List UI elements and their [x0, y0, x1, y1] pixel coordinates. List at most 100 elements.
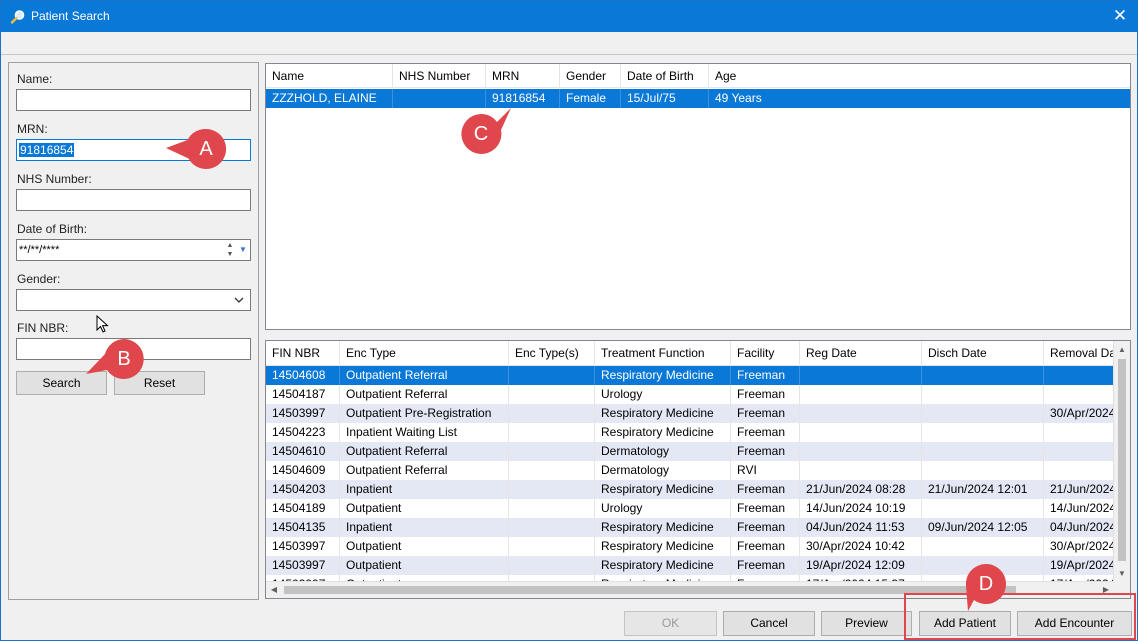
nhs-number-label: NHS Number: — [17, 172, 92, 186]
name-input[interactable] — [16, 89, 251, 111]
column-header-enc-types[interactable]: Enc Type(s) — [509, 341, 595, 365]
removal-date-cell: 14/Jun/2024 — [1050, 501, 1114, 515]
callout-a: A — [166, 128, 227, 169]
column-header-dob[interactable]: Date of Birth — [621, 64, 709, 88]
patient-search-window: Patient Search ✕ Name: MRN: 91816854 NHS… — [0, 0, 1138, 641]
column-header-age[interactable]: Age — [709, 64, 1130, 88]
column-header-enc-type[interactable]: Enc Type — [340, 341, 509, 365]
cancel-button[interactable]: Cancel — [723, 611, 815, 636]
disch-date-cell — [922, 423, 1044, 442]
encounter-row[interactable]: 14504223 Inpatient Waiting List Respirator… — [266, 423, 1114, 442]
title-bar: Patient Search ✕ — [1, 1, 1137, 32]
patient-gender-cell: Female — [560, 89, 621, 108]
patient-results-grid: Name NHS Number MRN Gender Date of Birth… — [265, 63, 1131, 330]
enc-type-cell: Outpatient Referral — [340, 366, 509, 385]
patient-row[interactable]: ZZZHOLD, ELAINE 91816854 Female 15/Jul/7… — [266, 89, 1130, 108]
facility-cell: Freeman — [731, 537, 800, 556]
column-header-removal-date[interactable]: Removal Da — [1044, 341, 1114, 365]
reg-date-cell: 30/Apr/2024 10:42 — [800, 537, 922, 556]
encounter-row[interactable]: 14503997 Outpatient Pre-Registration Respi… — [266, 404, 1114, 423]
encounter-vertical-scrollbar[interactable]: ▲ ▼ — [1113, 341, 1130, 582]
enc-types-cell — [509, 442, 595, 461]
encounter-row[interactable]: 14504189 Outpatient Urology Freeman 14/Jun/2… — [266, 499, 1114, 518]
disch-date-cell — [922, 385, 1044, 404]
nhs-number-input[interactable] — [16, 189, 251, 211]
encounter-grid: FIN NBR Enc Type Enc Type(s) Treatment F… — [265, 340, 1131, 599]
treatment-function-cell: Dermatology — [595, 442, 731, 461]
search-button[interactable]: Search — [16, 371, 107, 395]
spin-down-icon[interactable]: ▼ — [224, 250, 236, 259]
enc-types-cell — [509, 385, 595, 404]
magnifier-icon — [10, 10, 25, 24]
dob-spinner[interactable]: ▲ ▼ — [224, 241, 236, 259]
facility-cell: Freeman — [731, 556, 800, 575]
column-header-reg-date[interactable]: Reg Date — [800, 341, 922, 365]
dob-dropdown-icon[interactable]: ▼ — [237, 243, 249, 257]
spin-up-icon[interactable]: ▲ — [224, 241, 236, 250]
encounter-row[interactable]: 14504609 Outpatient Referral Dermatology RV… — [266, 461, 1114, 480]
enc-types-cell — [509, 423, 595, 442]
column-header-treatment-function[interactable]: Treatment Function — [595, 341, 731, 365]
treatment-function-cell: Dermatology — [595, 461, 731, 480]
callout-d: D — [965, 563, 1006, 611]
column-header-fin-nbr[interactable]: FIN NBR — [266, 341, 340, 365]
reg-date-cell — [800, 461, 922, 480]
fin-nbr-cell: 14504135 — [266, 518, 340, 537]
vertical-scroll-thumb[interactable] — [1118, 359, 1126, 561]
ok-button[interactable]: OK — [624, 611, 717, 636]
removal-date-cell — [1044, 442, 1114, 461]
enc-types-cell — [509, 366, 595, 385]
enc-type-cell: Outpatient — [340, 556, 509, 575]
encounter-row[interactable]: 14504203 Inpatient Respiratory Medicine Fre… — [266, 480, 1114, 499]
reg-date-cell: 04/Jun/2024 11:53 — [800, 518, 922, 537]
patient-nhs-cell — [393, 89, 486, 108]
encounter-row[interactable]: 14503997Outpatient Respiratory MedicineFr… — [266, 537, 1114, 556]
treatment-function-cell: Respiratory Medicine — [595, 366, 731, 385]
enc-types-cell — [509, 480, 595, 499]
facility-cell: Freeman — [731, 366, 800, 385]
scroll-down-icon[interactable]: ▼ — [1114, 565, 1130, 582]
callout-a-label: A — [199, 138, 213, 160]
enc-types-cell — [509, 556, 595, 575]
scroll-left-icon[interactable]: ◀ — [266, 582, 282, 598]
column-header-nhs-number[interactable]: NHS Number — [393, 64, 486, 88]
mouse-cursor-icon — [96, 315, 109, 333]
encounter-grid-body: FIN NBR Enc Type Enc Type(s) Treatment F… — [266, 341, 1114, 582]
enc-type-cell: Outpatient — [340, 537, 509, 556]
removal-date-cell: 19/Apr/2024 — [1050, 558, 1114, 572]
chevron-down-icon[interactable] — [232, 293, 246, 307]
facility-cell: Freeman — [731, 385, 800, 404]
column-header-facility[interactable]: Facility — [731, 341, 800, 365]
fin-nbr-cell: 14504609 — [266, 461, 340, 480]
disch-date-cell: 21/Jun/2024 12:01 — [922, 480, 1044, 499]
column-header-gender[interactable]: Gender — [560, 64, 621, 88]
treatment-function-cell: Respiratory Medicine — [595, 423, 731, 442]
preview-button[interactable]: Preview — [821, 611, 912, 636]
encounter-row[interactable]: 14504608 Outpatient Referral Respiratory M… — [266, 366, 1114, 385]
name-label: Name: — [17, 72, 53, 86]
scroll-up-icon[interactable]: ▲ — [1114, 341, 1130, 358]
encounter-row[interactable]: 14504610 Outpatient Referral Dermatology Fr… — [266, 442, 1114, 461]
enc-type-cell: Inpatient — [340, 518, 509, 537]
column-header-name[interactable]: Name — [266, 64, 393, 88]
dob-picker[interactable]: **/**/**** ▲ ▼ ▼ — [16, 239, 251, 261]
enc-types-cell — [509, 404, 595, 423]
close-button[interactable]: ✕ — [1103, 1, 1137, 32]
gender-select[interactable] — [16, 289, 251, 311]
treatment-function-cell: Respiratory Medicine — [595, 537, 731, 556]
column-header-mrn[interactable]: MRN — [486, 64, 560, 88]
fin-nbr-cell: 14503997 — [266, 556, 340, 575]
mrn-label: MRN: — [17, 122, 48, 136]
reg-date-cell — [800, 366, 922, 385]
removal-date-cell: 21/Jun/2024 — [1050, 482, 1114, 496]
treatment-function-cell: Respiratory Medicine — [595, 556, 731, 575]
facility-cell: Freeman — [731, 518, 800, 537]
patient-grid-header: Name NHS Number MRN Gender Date of Birth… — [266, 64, 1130, 88]
enc-type-cell: Inpatient — [340, 480, 509, 499]
encounter-row[interactable]: 14504135 Inpatient Respiratory Medicine Fre… — [266, 518, 1114, 537]
encounter-row[interactable]: 14504187 Outpatient Referral Urology Freema… — [266, 385, 1114, 404]
enc-type-cell: Outpatient Pre-Registration — [340, 404, 509, 423]
column-header-disch-date[interactable]: Disch Date — [922, 341, 1044, 365]
facility-cell: Freeman — [731, 423, 800, 442]
mrn-value: 91816854 — [19, 143, 75, 157]
